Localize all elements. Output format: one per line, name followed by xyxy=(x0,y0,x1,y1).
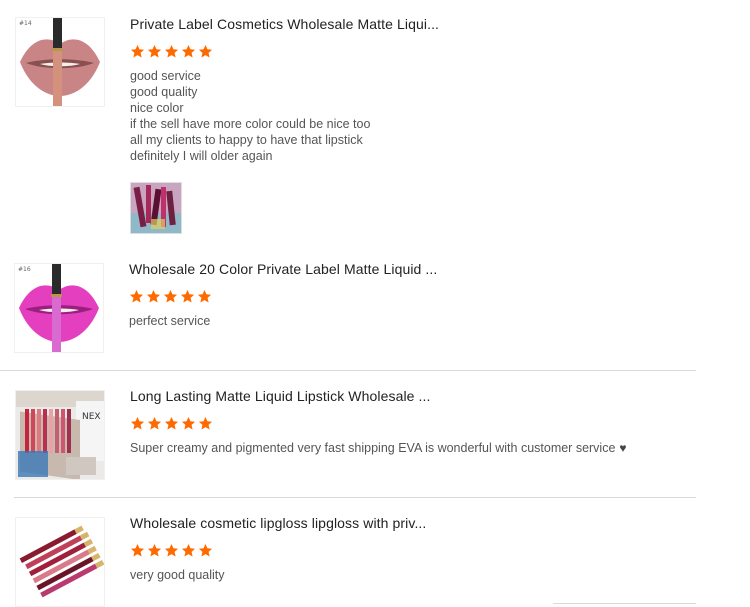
star-icon xyxy=(198,416,213,431)
product-thumbnail[interactable]: NEX xyxy=(15,390,105,480)
review-photo xyxy=(131,183,181,233)
review-text: perfect service xyxy=(129,314,211,328)
review-line: good service xyxy=(130,69,201,83)
star-rating xyxy=(130,543,213,559)
review-line: definitely I will older again xyxy=(130,149,273,163)
product-title-link[interactable]: Wholesale cosmetic lipgloss lipgloss wit… xyxy=(130,515,426,531)
review-photo-attachment[interactable] xyxy=(130,182,182,234)
product-thumbnail[interactable] xyxy=(15,517,105,607)
lipstick-set-image: NEX xyxy=(16,391,104,479)
lipgloss-set-image xyxy=(16,518,104,606)
review-line: Super creamy and pigmented very fast shi… xyxy=(130,441,616,455)
lips-image xyxy=(19,264,99,352)
star-rating xyxy=(129,289,212,305)
star-icon xyxy=(164,44,179,59)
product-thumbnail[interactable]: #14 xyxy=(15,17,105,107)
product-title-link[interactable]: Wholesale 20 Color Private Label Matte L… xyxy=(129,261,437,277)
star-icon xyxy=(181,543,196,558)
star-icon xyxy=(198,44,213,59)
star-icon xyxy=(181,44,196,59)
star-icon xyxy=(147,416,162,431)
thumbnail-tag: #16 xyxy=(18,266,31,273)
review-line: if the sell have more color could be nic… xyxy=(130,117,371,131)
star-icon xyxy=(180,289,195,304)
divider xyxy=(0,370,696,371)
star-icon xyxy=(130,543,145,558)
star-icon xyxy=(129,289,144,304)
star-icon xyxy=(146,289,161,304)
divider xyxy=(14,497,696,498)
divider xyxy=(553,603,696,604)
star-icon xyxy=(130,416,145,431)
thumbnail-tag: #14 xyxy=(19,20,32,27)
star-icon xyxy=(163,289,178,304)
star-icon xyxy=(130,44,145,59)
star-icon xyxy=(181,416,196,431)
star-icon xyxy=(147,44,162,59)
product-title-link[interactable]: Private Label Cosmetics Wholesale Matte … xyxy=(130,16,439,32)
star-rating xyxy=(130,416,213,432)
heart-icon: ♥ xyxy=(619,441,627,455)
review-line: good quality xyxy=(130,85,198,99)
review-line: all my clients to happy to have that lip… xyxy=(130,133,363,147)
star-icon xyxy=(147,543,162,558)
star-rating xyxy=(130,44,213,60)
star-icon xyxy=(197,289,212,304)
review-text: Super creamy and pigmented very fast shi… xyxy=(130,440,627,456)
product-title-link[interactable]: Long Lasting Matte Liquid Lipstick Whole… xyxy=(130,388,431,404)
product-thumbnail[interactable]: #16 xyxy=(14,263,104,353)
star-icon xyxy=(164,416,179,431)
star-icon xyxy=(164,543,179,558)
svg-text:NEX: NEX xyxy=(82,412,101,422)
star-icon xyxy=(198,543,213,558)
review-text: very good quality xyxy=(130,568,225,582)
review-text: good service good quality nice color if … xyxy=(130,68,370,164)
review-line: nice color xyxy=(130,101,184,115)
lips-image xyxy=(20,18,100,106)
